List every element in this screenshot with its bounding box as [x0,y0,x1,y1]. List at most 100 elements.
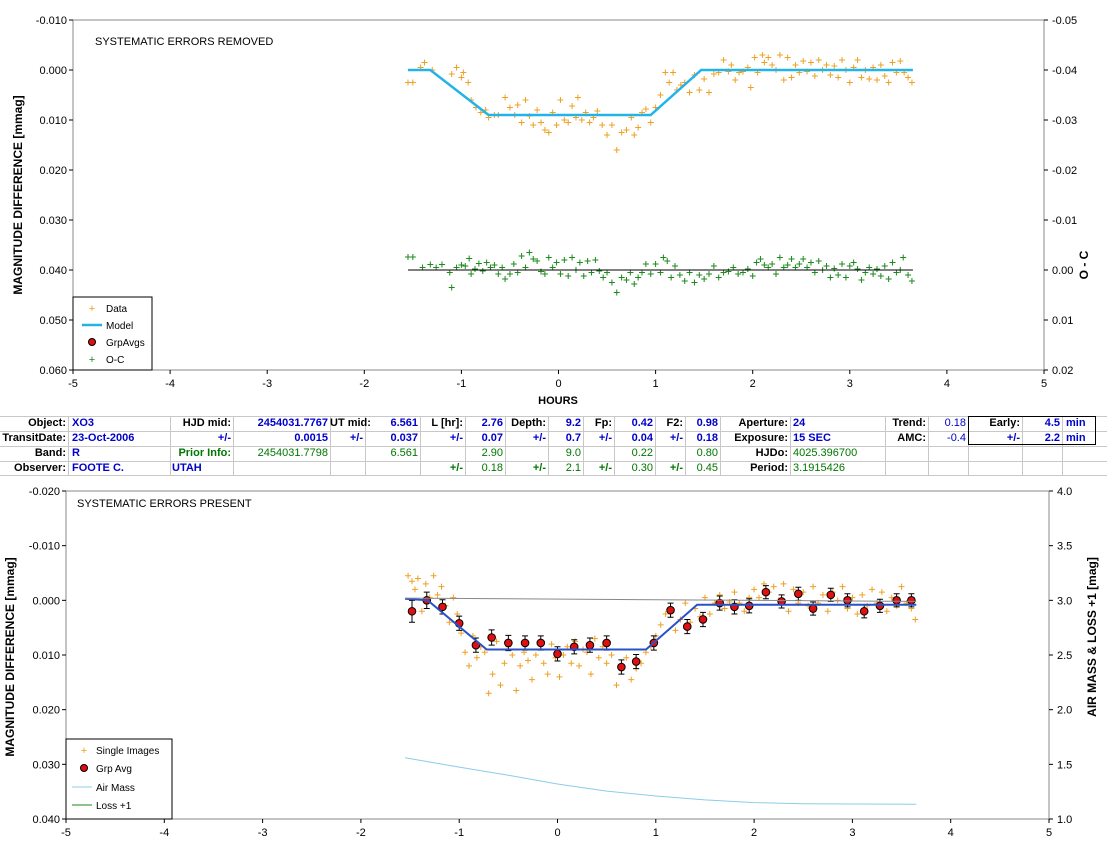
b-y-tick-label: 0.000 [32,595,60,607]
top-y2-axis-ticks: -0.05 -0.04 -0.03 -0.02 -0.01 0.00 0.01 0.02 [1044,15,1077,377]
b-y2-tick-label: 3.5 [1057,541,1072,553]
b-grp-avg-point [892,596,901,605]
prior-f2: 0.80 [696,447,718,459]
b-y-tick-label: -0.020 [29,486,60,498]
f2-value: 0.98 [696,417,718,429]
b-grp-avg-point [553,649,562,659]
bottom-y-axis-label: MAGNITUDE DIFFERENCE [mmag] [3,557,17,756]
ut-pm-label: +/- [349,432,363,444]
t-y-tick-label: 0.050 [39,315,67,327]
b-grp-avg-point [407,606,417,616]
t-x-tick-label: 0 [555,378,561,390]
top-legend-oc-marker: + [89,354,95,366]
t-y2-tick-label: -0.02 [1052,165,1077,177]
b-y2-tick-label: 1.0 [1057,814,1072,826]
bottom-legend-single-label: Single Images [96,746,159,757]
l-pm-label: +/- [449,432,463,444]
b-grp-avg-point [826,590,836,600]
t-x-tick-label: -2 [359,378,369,390]
f2-pm-label: +/- [669,432,683,444]
l-error-2: 0.18 [481,462,503,474]
prior-fp: 0.22 [631,447,653,459]
b-grp-avg-point [504,638,513,648]
t-y2-tick-label: 0.02 [1052,365,1073,377]
depth-pm2-label: +/- [532,462,546,474]
b-y2-tick-label: 2.0 [1057,705,1072,717]
fp-value: 0.42 [631,417,653,429]
bottom-x-axis-ticks: -5 -4 -3 -2 -1 0 1 2 3 4 5 [61,819,1052,839]
t-y-tick-label: 0.020 [39,165,67,177]
top-legend: + Data Model GrpAvgs + O-C [72,296,153,371]
fp-label: Fp: [594,417,612,429]
object-label: Object: [28,417,66,429]
early-pm-label: +/- [1006,432,1020,444]
hjd-mid-value: 2454031.7767 [257,417,328,429]
depth-error: 0.7 [565,432,581,444]
t-y2-tick-label: 0.00 [1052,265,1073,277]
t-x-tick-label: -3 [262,378,272,390]
b-grp-avg-point [536,638,546,648]
top-y-axis-label: MAGNITUDE DIFFERENCE [mmag] [11,95,25,294]
l-error: 0.07 [481,432,503,444]
early-unit: min [1066,417,1086,429]
early-label: Early: [989,417,1020,429]
transit-info-table: Object: XO3 HJD mid: 2454031.7767 UT mid… [0,416,1107,476]
amc-value: -0.4 [947,432,966,444]
fp-pm2-label: +/- [598,462,612,474]
exposure-value: 15 SEC [793,432,831,444]
ut-mid-label: UT mid: [330,417,371,429]
hjd-mid-label: HJD mid: [182,417,231,429]
top-legend-oc-label: O-C [106,355,124,366]
b-grp-avg-point [487,633,496,642]
b-y-tick-label: 0.040 [32,814,60,826]
early-value: 4.5 [1044,417,1060,429]
t-y-tick-label: 0.030 [39,215,67,227]
trend-label: Trend: [892,417,926,429]
top-y2-axis-label: O - C [1077,250,1091,279]
prior-hjd: 2454031.7798 [257,447,328,459]
b-y-tick-label: -0.010 [29,541,60,553]
l-hr-value: 2.76 [481,417,503,429]
t-y2-tick-label: -0.01 [1052,215,1077,227]
hjd-pm-label: +/- [217,432,231,444]
bottom-legend-single-marker: + [81,745,87,757]
b-x-tick-label: 3 [849,827,855,839]
t-x-tick-label: 4 [944,378,950,390]
transit-date-label: TransitDate: [2,432,66,444]
observer-label: Observer: [14,462,66,474]
b-x-tick-label: 1 [653,827,659,839]
bottom-legend-airmass-label: Air Mass [96,783,135,794]
bottom-annotation: SYSTEMATIC ERRORS PRESENT [77,498,252,510]
top-legend-grp-marker [88,338,96,346]
ut-error: 0.037 [390,432,418,444]
t-x-tick-label: 3 [847,378,853,390]
top-legend-data-label: Data [106,304,128,315]
t-x-tick-label: 2 [750,378,756,390]
t-y-tick-label: 0.000 [39,65,67,77]
b-grp-avg-point [602,638,611,648]
b-x-tick-label: -4 [159,827,169,839]
fp-error: 0.04 [631,432,653,444]
band-value: R [72,447,80,459]
f2-error-2: 0.45 [696,462,718,474]
b-grp-avg-point [875,601,885,611]
b-x-tick-label: -5 [61,827,71,839]
aperture-value: 24 [793,417,806,429]
hjd-error: 0.0015 [294,432,328,444]
top-legend-data-marker: + [89,303,95,315]
aperture-label: Aperture: [738,417,788,429]
depth-label: Depth: [511,417,546,429]
b-grp-avg-point [859,606,869,616]
bottom-legend-grp-label: Grp Avg [96,764,132,775]
b-grp-avg-point [744,601,754,611]
t-x-tick-label: 1 [653,378,659,390]
top-y-axis-ticks: -0.010 0.000 0.010 0.020 0.030 0.040 0.050 0.06… [36,15,73,377]
top-x-axis-label: HOURS [538,395,578,407]
t-y2-tick-label: -0.03 [1052,115,1077,127]
b-grp-avg-point [520,638,530,648]
b-y-tick-label: 0.010 [32,650,60,662]
early-error-unit: min [1066,432,1086,444]
top-annotation: SYSTEMATIC ERRORS REMOVED [95,36,273,48]
b-x-tick-label: 4 [948,827,954,839]
t-x-tick-label: -4 [165,378,175,390]
